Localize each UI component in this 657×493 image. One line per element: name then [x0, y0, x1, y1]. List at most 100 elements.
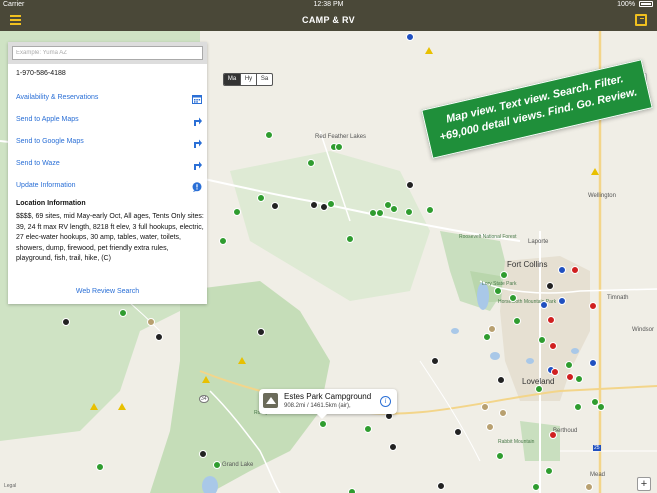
cabin-marker[interactable]: [481, 403, 489, 411]
rv-park-marker[interactable]: [199, 450, 207, 458]
campground-marker[interactable]: [219, 237, 227, 245]
phone-number[interactable]: 1-970-586-4188: [16, 70, 66, 77]
campground-marker[interactable]: [376, 209, 384, 217]
rv-park-marker[interactable]: [155, 333, 163, 341]
campground-marker[interactable]: [96, 463, 104, 471]
cabin-marker[interactable]: [499, 409, 507, 417]
apple-maps-link[interactable]: Send to Apple Maps: [16, 116, 202, 128]
campground-marker[interactable]: [346, 235, 354, 243]
campground-marker[interactable]: [494, 287, 502, 295]
hiking-marker[interactable]: [118, 403, 126, 410]
campground-marker[interactable]: [426, 206, 434, 214]
food-marker[interactable]: [549, 342, 557, 350]
info-marker[interactable]: [406, 33, 414, 41]
google-maps-link[interactable]: Send to Google Maps: [16, 138, 202, 150]
campground-marker[interactable]: [574, 403, 582, 411]
search-input[interactable]: [12, 46, 203, 60]
cabin-marker[interactable]: [488, 325, 496, 333]
campground-marker[interactable]: [565, 361, 573, 369]
rv-park-marker[interactable]: [546, 282, 554, 290]
campground-marker[interactable]: [535, 385, 543, 393]
campground-marker[interactable]: [509, 294, 517, 302]
rv-park-marker[interactable]: [431, 357, 439, 365]
campground-marker[interactable]: [265, 131, 273, 139]
info-marker[interactable]: [589, 359, 597, 367]
campground-marker[interactable]: [405, 208, 413, 216]
campground-marker[interactable]: [538, 336, 546, 344]
detail-panel: 1-970-586-4188 Availability & Reservatio…: [8, 42, 207, 304]
directions-icon: [194, 139, 202, 148]
campground-callout[interactable]: Estes Park Campground 908.2mi / 1461.5km…: [259, 389, 397, 419]
hiking-marker[interactable]: [90, 403, 98, 410]
food-marker[interactable]: [551, 368, 559, 376]
campground-marker[interactable]: [390, 205, 398, 213]
search-bar: [8, 42, 207, 64]
hiking-marker[interactable]: [202, 376, 210, 383]
info-icon[interactable]: i: [380, 396, 391, 407]
legal-link[interactable]: Legal: [4, 483, 16, 489]
map-type-satellite-button[interactable]: Sa: [256, 74, 272, 85]
campground-marker[interactable]: [348, 488, 356, 493]
info-marker[interactable]: [558, 297, 566, 305]
status-time: 12:38 PM: [313, 1, 344, 8]
rv-park-marker[interactable]: [437, 482, 445, 490]
campground-marker[interactable]: [545, 467, 553, 475]
map-type-hybrid-button[interactable]: Hy: [240, 74, 256, 85]
campground-marker[interactable]: [119, 309, 127, 317]
web-review-search-link[interactable]: Web Review Search: [8, 288, 207, 295]
rv-park-marker[interactable]: [454, 428, 462, 436]
book-icon[interactable]: [635, 14, 647, 26]
nav-bar: CAMP & RV: [0, 10, 657, 31]
rv-park-marker[interactable]: [389, 443, 397, 451]
map-type-map-button[interactable]: Ma: [224, 74, 240, 85]
cabin-marker[interactable]: [486, 423, 494, 431]
cabin-marker[interactable]: [147, 318, 155, 326]
campground-marker[interactable]: [257, 194, 265, 202]
rv-park-marker[interactable]: [257, 328, 265, 336]
callout-distance: 908.2mi / 1461.5km (air),: [284, 403, 351, 409]
rv-park-marker[interactable]: [310, 201, 318, 209]
food-marker[interactable]: [547, 316, 555, 324]
info-marker[interactable]: [540, 301, 548, 309]
label-fort-collins: Fort Collins: [507, 260, 548, 269]
info-marker[interactable]: [558, 266, 566, 274]
campground-marker[interactable]: [483, 333, 491, 341]
hiking-marker[interactable]: [591, 168, 599, 175]
waze-link[interactable]: Send to Waze: [16, 160, 202, 172]
campground-marker[interactable]: [532, 483, 540, 491]
rv-park-marker[interactable]: [62, 318, 70, 326]
label-laporte: Laporte: [528, 239, 549, 245]
label-lory-state-park: Lory State Park: [482, 281, 517, 287]
campground-marker[interactable]: [233, 208, 241, 216]
campground-marker[interactable]: [496, 452, 504, 460]
campground-marker[interactable]: [213, 461, 221, 469]
location-details: $$$$, 69 sites, mid May-early Oct, All a…: [16, 213, 204, 263]
food-marker[interactable]: [571, 266, 579, 274]
food-marker[interactable]: [566, 373, 574, 381]
campground-marker[interactable]: [327, 200, 335, 208]
campground-marker[interactable]: [364, 425, 372, 433]
availability-link[interactable]: Availability & Reservations: [16, 94, 202, 106]
campground-marker[interactable]: [575, 375, 583, 383]
waze-link-label: Send to Waze: [16, 160, 60, 167]
calendar-icon: [192, 95, 202, 104]
rv-park-marker[interactable]: [497, 376, 505, 384]
campground-marker[interactable]: [335, 143, 343, 151]
rv-park-marker[interactable]: [406, 181, 414, 189]
zoom-in-button[interactable]: +: [637, 477, 651, 491]
update-info-link[interactable]: Update Information: [16, 182, 202, 194]
food-marker[interactable]: [589, 302, 597, 310]
label-windsor: Windsor: [632, 327, 655, 333]
food-marker[interactable]: [549, 431, 557, 439]
campground-marker[interactable]: [307, 159, 315, 167]
campground-marker[interactable]: [513, 317, 521, 325]
campground-marker[interactable]: [597, 403, 605, 411]
highway-25-shield: 25: [593, 445, 601, 451]
hiking-marker[interactable]: [238, 357, 246, 364]
highway-34-shield: 34: [199, 395, 209, 403]
cabin-marker[interactable]: [585, 483, 593, 491]
campground-marker[interactable]: [319, 420, 327, 428]
hiking-marker[interactable]: [425, 47, 433, 54]
campground-marker[interactable]: [500, 271, 508, 279]
rv-park-marker[interactable]: [271, 202, 279, 210]
